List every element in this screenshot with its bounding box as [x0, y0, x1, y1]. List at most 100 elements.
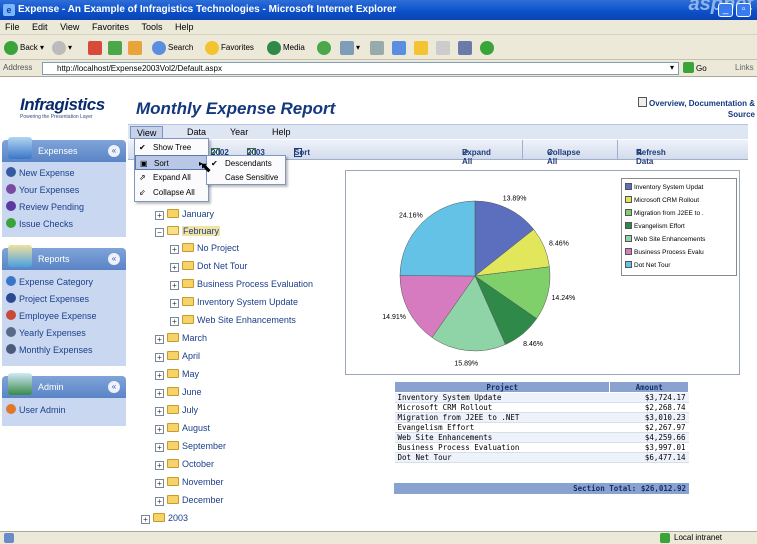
sidebar-item-employee-expense[interactable]: Employee Expense — [6, 310, 97, 321]
tree-node-year[interactable]: +2003 — [141, 512, 188, 525]
mail-button[interactable]: ▾ — [340, 40, 360, 56]
address-input[interactable]: http://localhost/Expense2003Vol2/Default… — [42, 62, 679, 75]
menu-view[interactable]: View — [55, 20, 84, 32]
menu-item-show-tree[interactable]: ✔ Show Tree — [135, 140, 208, 155]
maximize-button[interactable]: ▫ — [736, 3, 751, 17]
sidebar-item-monthly-expenses[interactable]: Monthly Expenses — [6, 344, 93, 355]
expand-plus-icon[interactable]: + — [155, 461, 164, 470]
overview-link[interactable]: Overview, Documentation & Source — [625, 97, 755, 120]
expand-plus-icon[interactable]: + — [170, 281, 179, 290]
menu-tools[interactable]: Tools — [136, 20, 167, 32]
sidebar-item-your-expenses[interactable]: Your Expenses — [6, 184, 79, 195]
stop-icon — [88, 40, 102, 55]
tree-node-january[interactable]: + January — [155, 208, 214, 221]
expand-plus-icon[interactable]: + — [155, 443, 164, 452]
tree-node-month[interactable]: + June — [155, 386, 202, 399]
slice-percent-label: 8.46% — [523, 341, 543, 348]
home-button[interactable] — [128, 40, 144, 56]
tree-node-month[interactable]: + August — [155, 422, 210, 435]
tree-node-month[interactable]: + October — [155, 458, 214, 471]
forward-button[interactable]: ▾ — [52, 40, 72, 56]
tree-node-project[interactable]: + No Project — [170, 242, 239, 255]
sidebar-item-issue-checks[interactable]: Issue Checks — [6, 218, 73, 229]
expand-plus-icon[interactable]: + — [155, 371, 164, 380]
tree-node-month[interactable]: + March — [155, 332, 207, 345]
divider — [522, 140, 523, 160]
expand-plus-icon[interactable]: + — [141, 515, 150, 524]
collapse-chevron-icon[interactable]: « — [108, 253, 120, 265]
tree-node-project[interactable]: + Dot Net Tour — [170, 260, 247, 273]
expenses-panel-header[interactable]: Expenses « — [2, 137, 126, 162]
history-icon — [317, 40, 331, 55]
sidebar-item-review-pending[interactable]: Review Pending — [6, 201, 84, 212]
discuss-button[interactable] — [436, 40, 452, 56]
collapse-minus-icon[interactable]: − — [155, 228, 164, 237]
stop-button[interactable] — [88, 40, 104, 56]
app-menu-help[interactable]: Help — [266, 126, 297, 139]
legend-swatch — [625, 222, 632, 229]
tree-node-month[interactable]: + December — [155, 494, 224, 507]
folder-button[interactable] — [414, 40, 430, 56]
menu-edit[interactable]: Edit — [27, 20, 53, 32]
menu-item-case-sensitive[interactable]: Case Sensitive — [207, 171, 285, 185]
tree-node-month[interactable]: + May — [155, 368, 199, 381]
address-dropdown-icon[interactable]: ▾ — [670, 63, 674, 72]
menu-help[interactable]: Help — [170, 20, 199, 32]
menu-item-collapse-all[interactable]: ⇙ Collapse All — [135, 185, 208, 200]
legend-item: Inventory System Updat — [625, 183, 703, 192]
sidebar-item-project-expenses[interactable]: Project Expenses — [6, 293, 89, 304]
history-button[interactable] — [317, 40, 333, 56]
go-button[interactable]: Go — [683, 62, 713, 75]
expand-plus-icon[interactable]: + — [170, 299, 179, 308]
folder-icon — [153, 513, 165, 522]
tree-node-february[interactable]: − February — [155, 225, 221, 238]
reports-panel-header[interactable]: Reports « — [2, 245, 126, 270]
amount-cell: $3,997.01 — [609, 442, 689, 453]
expand-plus-icon[interactable]: + — [170, 263, 179, 272]
tree-node-project[interactable]: + Business Process Evaluation — [170, 278, 313, 291]
search-button[interactable]: Search — [152, 40, 193, 56]
expand-plus-icon[interactable]: + — [155, 407, 164, 416]
tree-node-month[interactable]: + April — [155, 350, 200, 363]
collapse-chevron-icon[interactable]: « — [108, 145, 120, 157]
expand-plus-icon[interactable]: + — [155, 425, 164, 434]
tree-node-project[interactable]: + Inventory System Update — [170, 296, 298, 309]
print-button[interactable] — [370, 40, 386, 56]
expand-plus-icon[interactable]: + — [155, 211, 164, 220]
edit-button[interactable] — [392, 40, 408, 56]
refresh-button[interactable] — [108, 40, 124, 56]
admin-panel-header[interactable]: Admin « — [2, 373, 126, 398]
menu-item-sort[interactable]: ▣ Sort ▸ — [135, 155, 208, 170]
sidebar-item-new-expense[interactable]: New Expense — [6, 167, 75, 178]
menu-file[interactable]: File — [0, 20, 25, 32]
app-menu-year[interactable]: Year — [224, 126, 254, 139]
expand-plus-icon[interactable]: + — [170, 245, 179, 254]
tree-node-project[interactable]: + Web Site Enhancements — [170, 314, 296, 327]
legend-label: Web Site Enhancements — [634, 236, 706, 243]
menu-favorites[interactable]: Favorites — [87, 20, 134, 32]
menu-item-descendants[interactable]: ✔ Descendants — [207, 157, 285, 171]
favorites-button[interactable]: Favorites — [205, 40, 254, 56]
expand-plus-icon[interactable]: + — [155, 335, 164, 344]
column-header-amount[interactable]: Amount — [609, 381, 689, 393]
sidebar-item-expense-category[interactable]: Expense Category — [6, 276, 93, 287]
expand-plus-icon[interactable]: + — [155, 479, 164, 488]
research-button[interactable] — [458, 40, 474, 56]
media-button[interactable]: Media — [267, 40, 305, 56]
tree-node-month[interactable]: + July — [155, 404, 198, 417]
collapse-chevron-icon[interactable]: « — [108, 381, 120, 393]
expand-plus-icon[interactable]: + — [155, 497, 164, 506]
column-header-project[interactable]: Project — [393, 381, 611, 393]
back-button[interactable]: Back ▾ — [4, 40, 44, 56]
expand-plus-icon[interactable]: + — [155, 389, 164, 398]
minimize-button[interactable]: _ — [718, 3, 733, 17]
tree-node-month[interactable]: + September — [155, 440, 226, 453]
tree-node-month[interactable]: + November — [155, 476, 224, 489]
links-label[interactable]: Links — [735, 63, 754, 72]
expand-plus-icon[interactable]: + — [155, 353, 164, 362]
sidebar-item-yearly-expenses[interactable]: Yearly Expenses — [6, 327, 86, 338]
menu-item-expand-all[interactable]: ⇗ Expand All — [135, 170, 208, 185]
expand-plus-icon[interactable]: + — [170, 317, 179, 326]
messenger-button[interactable] — [480, 40, 496, 56]
sidebar-item-user-admin[interactable]: User Admin — [6, 404, 66, 415]
